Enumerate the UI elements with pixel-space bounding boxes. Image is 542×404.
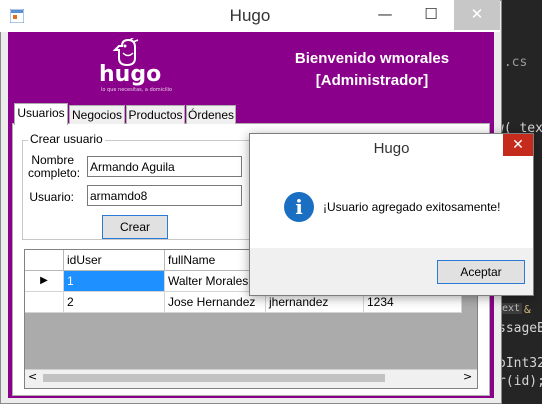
tab-ordenes[interactable]: Órdenes	[186, 105, 236, 124]
welcome-role: [Administrador]	[315, 72, 429, 89]
scroll-right-icon[interactable]: >	[463, 370, 472, 383]
scrollbar-thumb[interactable]	[43, 374, 385, 382]
welcome-user: Bienvenido wmorales	[294, 50, 450, 67]
username-input[interactable]: armamdo8	[87, 185, 242, 206]
dialog-close-button[interactable]: ✕	[503, 134, 533, 156]
tab-productos[interactable]: Productos	[126, 105, 185, 124]
username-label: Usuario:	[29, 190, 74, 204]
full-name-label-line2: completo:	[28, 166, 81, 180]
minimize-button[interactable]: —	[362, 0, 408, 30]
ide-line: ext	[500, 303, 523, 314]
column-header-iduser[interactable]: idUser	[64, 250, 165, 271]
row-selector[interactable]	[25, 292, 64, 313]
tab-negocios[interactable]: Negocios	[69, 105, 125, 124]
ide-line: oInt32	[498, 356, 542, 371]
create-button[interactable]: Crear	[102, 215, 168, 239]
grid-cell-iduser[interactable]: 2	[64, 292, 165, 313]
grid-cell-fullname[interactable]: Walter Morales	[165, 271, 252, 292]
full-name-input[interactable]: Armando Aguila	[87, 156, 242, 177]
group-title: Crear usuario	[28, 132, 105, 146]
ide-line: ssageB	[498, 321, 542, 336]
ide-line: r(id);	[498, 374, 542, 389]
dialog-title: Hugo	[373, 140, 410, 157]
logo-tagline: lo que necesitas, a domicilio	[101, 87, 173, 93]
ide-line: &	[524, 303, 531, 316]
full-name-label: Nombre completo:	[28, 154, 81, 180]
logo-text: hugo	[99, 62, 162, 87]
close-button[interactable]: ✕	[454, 0, 500, 30]
welcome-message: Bienvenido wmorales [Administrador]	[282, 48, 462, 92]
column-header-fullname[interactable]: fullName	[165, 250, 252, 271]
accept-button[interactable]: Aceptar	[437, 260, 525, 284]
maximize-button[interactable]: ☐	[408, 0, 454, 30]
row-selector[interactable]: ▶	[25, 271, 64, 292]
dialog-message: ¡Usuario agregado exitosamente!	[323, 200, 501, 214]
grid-corner	[25, 250, 64, 271]
scroll-left-icon[interactable]: <	[28, 370, 37, 383]
tab-usuarios[interactable]: Usuarios	[14, 103, 68, 125]
grid-cell-iduser[interactable]: 1	[64, 271, 165, 292]
info-icon: i	[284, 192, 314, 222]
